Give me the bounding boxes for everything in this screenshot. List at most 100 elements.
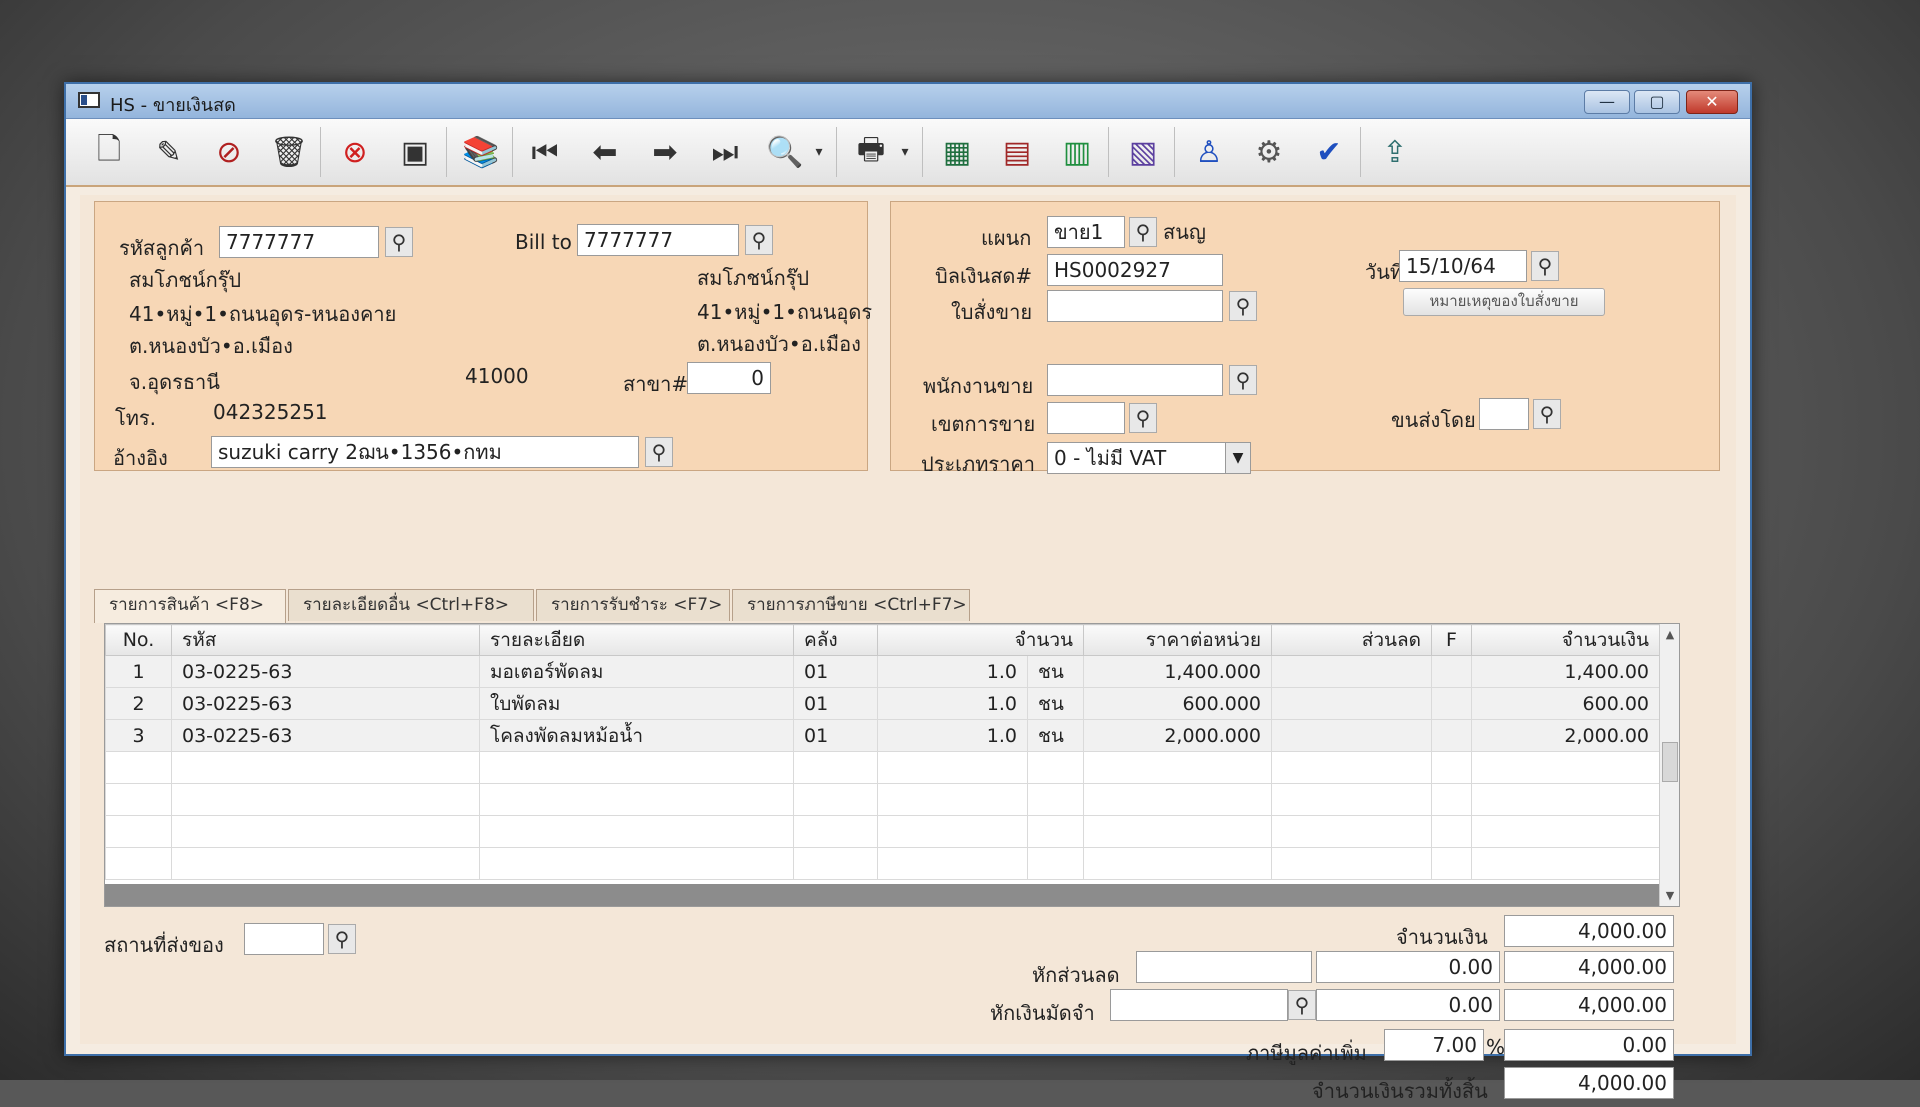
date-label: วันที่ xyxy=(1365,260,1404,284)
tab-other-details[interactable]: รายละเอียดอื่น <Ctrl+F8> xyxy=(288,589,534,621)
search-icon[interactable]: ⚲ xyxy=(1229,365,1257,395)
shipped-by-field[interactable] xyxy=(1479,398,1529,430)
new-document-icon[interactable]: 🗋 xyxy=(86,129,132,175)
search-document-icon[interactable]: 🔍 xyxy=(762,129,808,175)
date-field[interactable]: 15/10/64 xyxy=(1399,250,1527,282)
discount-value-field[interactable]: 0.00 xyxy=(1316,951,1500,983)
department-field[interactable]: ขาย1 xyxy=(1047,216,1125,248)
next-record-icon[interactable]: ➡ xyxy=(642,129,688,175)
tab-sales-tax[interactable]: รายการภาษีขาย <Ctrl+F7> xyxy=(732,589,970,621)
tools-icon[interactable]: ⚙ xyxy=(1246,129,1292,175)
maximize-button[interactable]: ▢ xyxy=(1634,90,1680,114)
col-header-quantity[interactable]: จำนวน xyxy=(876,624,1085,656)
confirm-icon[interactable]: ✔ xyxy=(1306,129,1352,175)
cancel-icon[interactable]: ⊗ xyxy=(332,129,378,175)
cell-description: มอเตอร์พัดลม xyxy=(479,655,794,688)
sales-order-icon[interactable]: ▥ xyxy=(1054,129,1100,175)
empty-row[interactable] xyxy=(105,847,1661,880)
search-icon[interactable]: ⚲ xyxy=(385,227,413,257)
vertical-scrollbar[interactable]: ▲ ▼ xyxy=(1659,624,1679,906)
table-row[interactable]: 1 03-0225-63 มอเตอร์พัดลม 01 1.0 ชน 1,40… xyxy=(105,655,1661,688)
trash-icon[interactable]: 🗑 xyxy=(266,129,312,175)
sales-order-note-button[interactable]: หมายเหตุของใบสั่งขาย xyxy=(1403,288,1605,316)
col-header-code[interactable]: รหัส xyxy=(171,624,480,656)
empty-row[interactable] xyxy=(105,783,1661,816)
customer-address-line1: 41•หมู่•1•ถนนอุดร-หนองคาย xyxy=(129,302,397,326)
table-row[interactable]: 3 03-0225-63 โคลงพัดลมหม้อน้ำ 01 1.0 ชน … xyxy=(105,719,1661,752)
cell-flag xyxy=(1431,655,1473,688)
edit-icon[interactable]: ✎ xyxy=(146,129,192,175)
search-icon[interactable]: ⚲ xyxy=(1129,217,1157,247)
col-header-unit-price[interactable]: ราคาต่อหน่วย xyxy=(1083,624,1273,656)
toolbar-separator xyxy=(836,127,837,177)
deposit-value-field[interactable]: 0.00 xyxy=(1316,989,1500,1021)
reference-field[interactable]: suzuki carry 2ฌน•1356•กทม xyxy=(211,436,639,468)
chevron-down-icon[interactable]: ▼ xyxy=(1225,443,1250,473)
cell-unit-price: 600.000 xyxy=(1083,687,1273,720)
dropdown-arrow-icon[interactable]: ▾ xyxy=(896,129,914,175)
grid-footer-bar xyxy=(105,884,1659,906)
search-icon[interactable]: ⚲ xyxy=(328,924,356,954)
bill-to-label: Bill to xyxy=(515,230,572,254)
search-icon[interactable]: ⚲ xyxy=(1533,399,1561,429)
col-header-discount[interactable]: ส่วนลด xyxy=(1271,624,1433,656)
col-header-description[interactable]: รายละเอียด xyxy=(479,624,794,656)
sales-order-field[interactable] xyxy=(1047,290,1223,322)
table-row[interactable]: 2 03-0225-63 ใบพัดลม 01 1.0 ชน 600.000 6… xyxy=(105,687,1661,720)
search-icon[interactable]: ⚲ xyxy=(745,225,773,255)
scroll-thumb[interactable] xyxy=(1662,742,1678,782)
ship-to-field[interactable] xyxy=(244,923,324,955)
search-icon[interactable]: ⚲ xyxy=(1229,291,1257,321)
scroll-down-icon[interactable]: ▼ xyxy=(1660,889,1680,902)
last-record-icon[interactable]: ⏭ xyxy=(702,129,748,175)
vat-rate-field[interactable]: 7.00 xyxy=(1384,1029,1484,1061)
col-header-amount[interactable]: จำนวนเงิน xyxy=(1471,624,1661,656)
bill-no-field[interactable]: HS0002927 xyxy=(1047,254,1223,286)
approve-user-icon[interactable]: ♙ xyxy=(1186,129,1232,175)
customer-code-field[interactable]: 7777777 xyxy=(219,226,379,258)
deposit-text-field[interactable] xyxy=(1110,989,1288,1021)
close-button[interactable]: ✕ xyxy=(1686,90,1738,114)
col-header-no[interactable]: No. xyxy=(105,624,172,656)
empty-row[interactable] xyxy=(105,815,1661,848)
col-header-flag[interactable]: F xyxy=(1431,624,1473,656)
empty-row[interactable] xyxy=(105,751,1661,784)
dropdown-arrow-icon[interactable]: ▾ xyxy=(810,129,828,175)
reference-label: อ้างอิง xyxy=(113,446,168,470)
cell-unit: ชน xyxy=(1026,655,1085,688)
search-icon[interactable]: ⚲ xyxy=(645,437,673,467)
salesperson-field[interactable] xyxy=(1047,364,1223,396)
col-header-warehouse[interactable]: คลัง xyxy=(793,624,878,656)
print-icon[interactable]: 🖶 xyxy=(848,129,894,175)
scroll-up-icon[interactable]: ▲ xyxy=(1660,628,1680,641)
cell-unit-price: 2,000.000 xyxy=(1083,719,1273,752)
calendar-search-icon[interactable]: ⚲ xyxy=(1531,251,1559,281)
book-icon[interactable]: 📚 xyxy=(458,129,504,175)
search-icon[interactable]: ⚲ xyxy=(1129,403,1157,433)
first-record-icon[interactable]: ⏮ xyxy=(522,129,568,175)
vat-label: ภาษีมูลค่าเพิ่ม xyxy=(1246,1041,1367,1065)
export-icon[interactable]: ⇪ xyxy=(1372,129,1418,175)
bill-to-field[interactable]: 7777777 xyxy=(577,224,739,256)
search-icon[interactable]: ⚲ xyxy=(1288,990,1316,1020)
discount-text-field[interactable] xyxy=(1136,951,1312,983)
table-header-row: No. รหัส รายละเอียด คลัง จำนวน ราคาต่อหน… xyxy=(105,624,1661,656)
customer-address-line2: ต.หนองบัว•อ.เมือง xyxy=(129,334,293,358)
report-icon[interactable]: ▧ xyxy=(1120,129,1166,175)
register-icon[interactable]: ▤ xyxy=(994,129,1040,175)
department-label: แผนก xyxy=(981,226,1032,250)
branch-field[interactable]: 0 xyxy=(687,362,771,394)
tab-payments[interactable]: รายการรับชำระ <F7> xyxy=(536,589,730,621)
cell-description: ใบพัดลม xyxy=(479,687,794,720)
sales-order-label: ใบสั่งขาย xyxy=(951,300,1033,324)
void-icon[interactable]: ⊘ xyxy=(206,129,252,175)
price-type-label: ประเภทราคา xyxy=(921,452,1035,476)
save-icon[interactable]: ▣ xyxy=(392,129,438,175)
cell-no: 3 xyxy=(105,719,172,752)
calculator-icon[interactable]: ▦ xyxy=(934,129,980,175)
tab-items[interactable]: รายการสินค้า <F8> xyxy=(94,589,286,623)
previous-record-icon[interactable]: ⬅ xyxy=(582,129,628,175)
price-type-select[interactable]: 0 - ไม่มี VAT ▼ xyxy=(1047,442,1251,474)
minimize-button[interactable]: — xyxy=(1584,90,1630,114)
sales-area-field[interactable] xyxy=(1047,402,1125,434)
